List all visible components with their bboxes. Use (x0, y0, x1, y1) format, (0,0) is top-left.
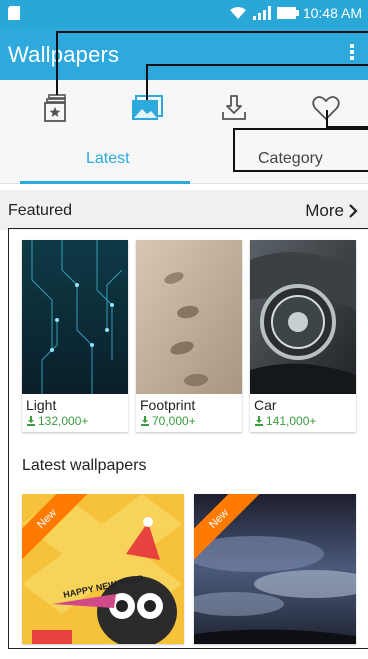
content-frame-left (8, 228, 9, 648)
featured-title: Featured (8, 202, 73, 219)
latest-card-sky[interactable]: New (194, 494, 356, 644)
callout-line-download (233, 128, 368, 172)
callout-line-gallery (146, 64, 368, 100)
wallpaper-name: Footprint (140, 397, 196, 413)
wallpaper-name: Car (254, 397, 277, 413)
wallpaper-name: Light (26, 397, 57, 413)
featured-card-light[interactable]: Light 132,000+ (22, 240, 128, 432)
featured-header: Featured More (0, 190, 368, 230)
wallpaper-thumbnail (136, 240, 242, 394)
download-count: 141,000+ (254, 414, 316, 428)
battery-icon (276, 7, 299, 19)
signal-icon (252, 6, 271, 20)
wifi-icon (229, 7, 246, 19)
content-frame-bottom (8, 648, 368, 649)
status-bar: 10:48 AM (0, 0, 368, 28)
featured-card-footprint[interactable]: Footprint 70,000+ (136, 240, 242, 432)
download-small-icon (27, 416, 35, 426)
sim-card-icon (8, 6, 20, 20)
wallpaper-thumbnail (22, 240, 128, 394)
wallpaper-thumbnail (250, 240, 356, 394)
tab-latest[interactable]: Latest (86, 150, 130, 168)
featured-card-car[interactable]: Car 141,000+ (250, 240, 356, 432)
more-label: More (305, 201, 344, 220)
download-small-icon (255, 416, 263, 426)
latest-wallpapers-title: Latest wallpapers (22, 457, 147, 474)
latest-card-new-year[interactable]: HAPPY NEW YEAR New (22, 494, 184, 644)
download-small-icon (141, 416, 149, 426)
status-time: 10:48 AM (302, 5, 362, 21)
content-frame-top (8, 228, 368, 229)
download-count: 70,000+ (140, 414, 196, 428)
download-count: 132,000+ (26, 414, 88, 428)
status-icons: 10:48 AM (229, 5, 362, 21)
callout-line-favorites (326, 110, 368, 128)
active-tab-indicator (20, 181, 190, 184)
callout-line-download-bottom (233, 170, 368, 172)
more-button[interactable]: More (305, 201, 358, 221)
chevron-right-icon (349, 204, 358, 218)
